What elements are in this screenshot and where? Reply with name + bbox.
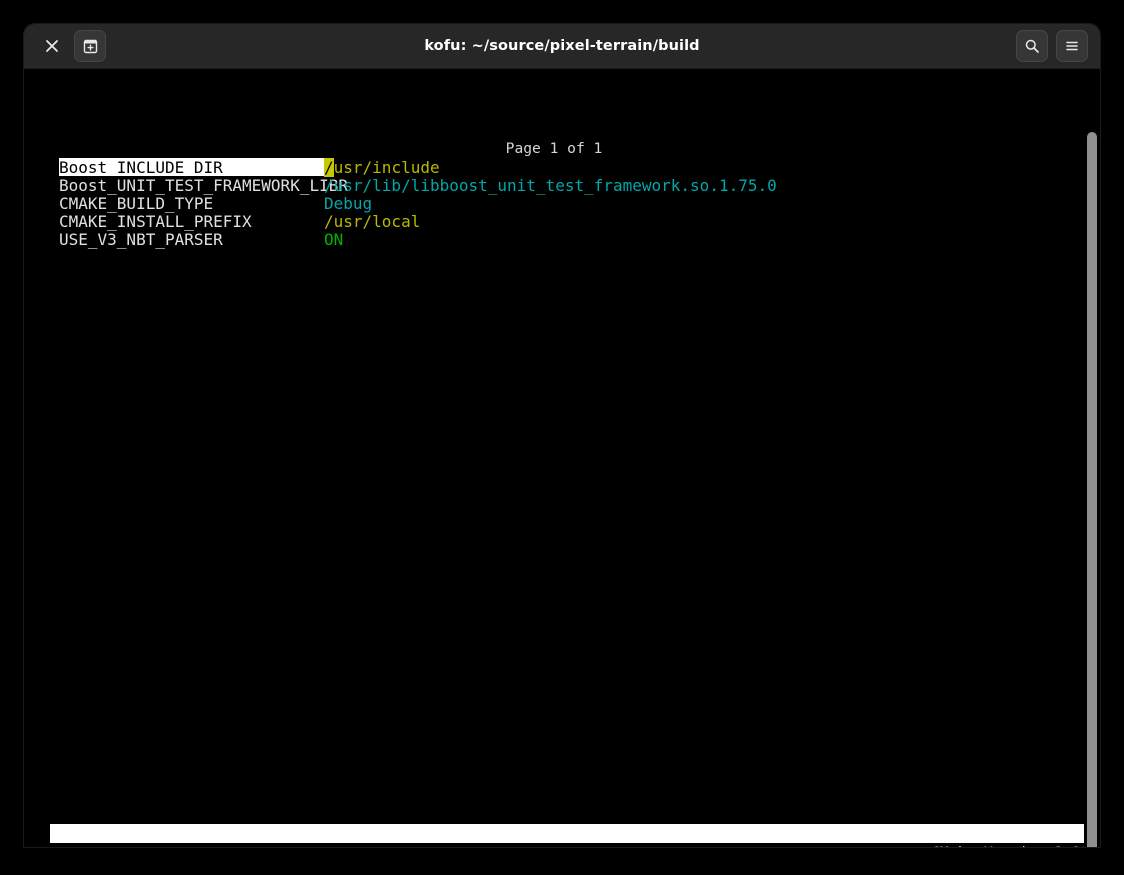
table-row[interactable]: Boost_UNIT_TEST_FRAMEWORK_LIBR /usr/lib/… (59, 176, 1100, 194)
cache-entry-name[interactable]: Boost_UNIT_TEST_FRAMEWORK_LIBR (59, 176, 324, 194)
page-indicator: Page 1 of 1 (24, 140, 1084, 158)
table-row[interactable]: CMAKE_BUILD_TYPE Debug (59, 194, 1100, 212)
table-row[interactable]: CMAKE_INSTALL_PREFIX /usr/local (59, 212, 1100, 230)
cache-entry-value[interactable]: ON (324, 230, 343, 248)
titlebar-left-controls (24, 30, 106, 62)
status-bar: Boost_INCLUDE_DIR: Path to a file. (50, 824, 1100, 843)
cache-entry-value[interactable]: /usr/include (324, 158, 440, 176)
cache-entry-value[interactable]: /usr/local (324, 212, 420, 230)
search-icon[interactable] (1016, 30, 1048, 62)
cache-entry-value-text: usr/include (334, 158, 440, 177)
cache-entry-value[interactable]: /usr/lib/libboost_unit_test_framework.so… (324, 176, 777, 194)
table-row[interactable]: USE_V3_NBT_PARSER ON (59, 230, 1100, 248)
key-help-row: Keys: [enter] Edit an entry [d] Delete a… (50, 844, 1100, 847)
titlebar-right-controls (1016, 30, 1100, 62)
cache-entry-name[interactable]: CMAKE_BUILD_TYPE (59, 194, 324, 212)
cache-entry-name[interactable]: USE_V3_NBT_PARSER (59, 230, 324, 248)
cache-entry-name[interactable]: Boost_INCLUDE_DIR (59, 158, 324, 176)
cmake-cache-entry-list[interactable]: Boost_INCLUDE_DIR /usr/include Boost_UNI… (59, 158, 1100, 248)
cache-entry-value[interactable]: Debug (324, 194, 372, 212)
terminal-content[interactable]: Page 1 of 1 Boost_INCLUDE_DIR /usr/inclu… (24, 69, 1100, 847)
page-title: kofu: ~/source/pixel-terrain/build (24, 38, 1100, 54)
new-terminal-icon[interactable] (74, 30, 106, 62)
terminal-window: kofu: ~/source/pixel-terrain/build Page … (24, 24, 1100, 847)
window-titlebar: kofu: ~/source/pixel-terrain/build (24, 24, 1100, 69)
scrollbar-thumb[interactable] (1087, 132, 1097, 847)
table-row[interactable]: Boost_INCLUDE_DIR /usr/include (59, 158, 1100, 176)
cache-entry-name[interactable]: CMAKE_INSTALL_PREFIX (59, 212, 324, 230)
close-button[interactable] (36, 30, 68, 62)
cmake-version-label: CMake Version 3.19.6 (931, 844, 1100, 847)
scrollbar[interactable] (1084, 113, 1100, 847)
key-help-block: Keys: [enter] Edit an entry [d] Delete a… (50, 844, 1100, 847)
text-cursor: / (324, 158, 334, 177)
hamburger-menu-icon[interactable] (1056, 30, 1088, 62)
